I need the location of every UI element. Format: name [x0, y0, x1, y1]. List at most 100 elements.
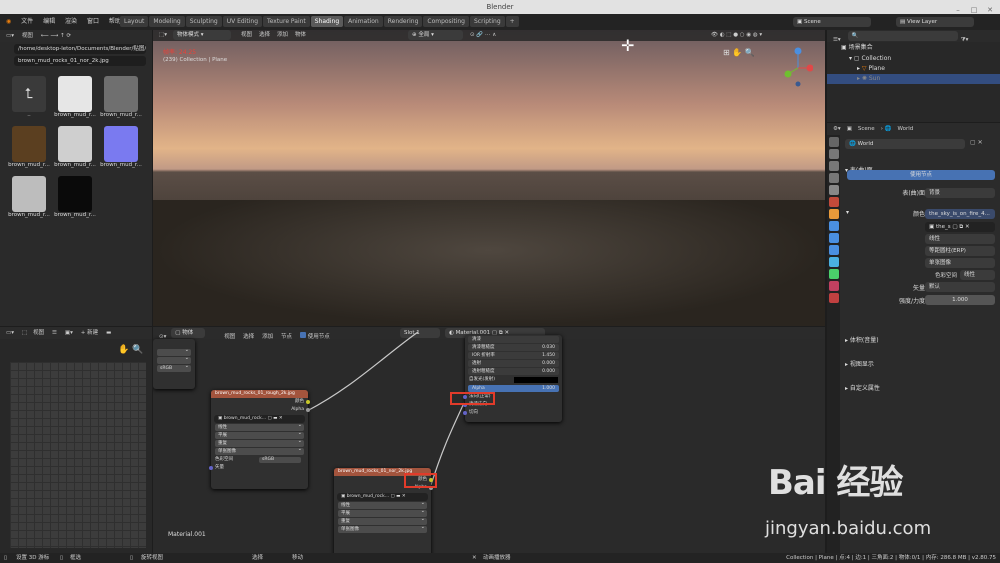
texture-tab-icon[interactable]	[828, 293, 839, 303]
projection-select[interactable]: 平展	[338, 508, 427, 517]
axis-gizmo-icon[interactable]	[783, 44, 813, 88]
path-field[interactable]: /home/desktop-leton/Documents/Blender/贴图…	[14, 44, 146, 54]
panel-custom-properties[interactable]: ▸ 自定义属性	[845, 383, 995, 395]
viewport-menu-select[interactable]: 选择	[256, 30, 273, 40]
projection-select[interactable]: 平展	[215, 430, 304, 439]
menu-render[interactable]: 渲染	[61, 14, 81, 30]
tab-rendering[interactable]: Rendering	[383, 16, 423, 27]
world-tab-icon[interactable]	[828, 197, 839, 207]
tab-modeling[interactable]: Modeling	[149, 16, 185, 27]
world-datablock-icons[interactable]: ▢ ✕	[970, 139, 983, 146]
snap-icon[interactable]: ⊙ 🔗 ⋯ ∧	[467, 30, 499, 40]
viewport-menu-object[interactable]: 物体	[292, 30, 309, 40]
output-socket[interactable]	[306, 400, 310, 404]
blender-logo-icon[interactable]: ◉	[2, 14, 15, 30]
bsdf-row-emission[interactable]: 自发光(发射)	[465, 376, 562, 384]
open-image-icon[interactable]: ▬	[103, 328, 114, 338]
outliner-item[interactable]: ▾ ▢ Collection	[827, 54, 1000, 64]
pan-zoom-icons[interactable]: ✋ 🔍	[118, 345, 143, 355]
status-animation-player[interactable]: 动画播放器	[483, 553, 511, 563]
menu-window[interactable]: 窗口	[83, 14, 103, 30]
editor-type-icon[interactable]: ▭▾	[3, 31, 17, 41]
scene-selector[interactable]: ▣ Scene	[793, 17, 871, 27]
file-item[interactable]: brown_mud_r...	[98, 76, 144, 118]
tool-tab-icon[interactable]	[828, 137, 839, 147]
hamburger-icon[interactable]: ☰	[49, 328, 60, 338]
modifier-tab-icon[interactable]	[828, 221, 839, 231]
viewport-menu-add[interactable]: 添加	[274, 30, 291, 40]
view-menu[interactable]: 视图	[19, 31, 36, 41]
bsdf-row[interactable]: 透射粗糙度 0.000	[468, 368, 559, 375]
file-item[interactable]: brown_mud_r...	[52, 176, 98, 218]
strength-field[interactable]: 1.000	[925, 295, 995, 305]
input-socket[interactable]	[463, 411, 467, 415]
viewport-menu-view[interactable]: 视图	[238, 30, 255, 40]
maximize-icon[interactable]: □	[970, 6, 978, 14]
outliner-item[interactable]: ▸ ✺ Sun	[827, 74, 1000, 84]
close-icon[interactable]: ✕	[986, 6, 994, 14]
uv-grid[interactable]	[10, 362, 146, 548]
panel-viewport-display[interactable]: ▸ 视图显示	[845, 359, 995, 371]
bsdf-row-clearcoat[interactable]: 清漆	[468, 336, 559, 343]
tab-scripting[interactable]: Scripting	[469, 16, 505, 27]
image-texture-node-rough[interactable]: brown_mud_rocks_01_rough_2k.jpg 颜色 Alpha…	[209, 390, 310, 489]
file-item[interactable]: brown_mud_r...	[6, 176, 52, 218]
panel-volume[interactable]: ▸ 体积(音量)	[845, 335, 995, 347]
filename-field[interactable]: brown_mud_rocks_01_nor_2k.jpg	[14, 56, 146, 66]
world-name-field[interactable]: 🌐 World	[845, 139, 965, 149]
outliner-search[interactable]: 🔍	[847, 31, 958, 41]
collapse-arrow-icon[interactable]: ▾	[846, 209, 849, 216]
output-tab-icon[interactable]	[828, 161, 839, 171]
tab-uv-editing[interactable]: UV Editing	[222, 16, 263, 27]
interpolation-select[interactable]: 线性	[925, 234, 995, 244]
object-tab-icon[interactable]	[828, 209, 839, 219]
extension-select[interactable]: 重复	[338, 516, 427, 525]
source-select[interactable]: 单张图像	[925, 258, 995, 268]
source-select[interactable]: 单张图像	[338, 524, 427, 533]
image-view-mode-icon[interactable]: ⬚	[19, 328, 30, 338]
particles-tab-icon[interactable]	[828, 233, 839, 243]
parent-dir-item[interactable]: ⮤..	[6, 76, 52, 118]
extension-select[interactable]: 重复	[215, 438, 304, 447]
input-socket[interactable]	[209, 466, 213, 470]
scene-tab-icon[interactable]	[828, 185, 839, 195]
projection-select[interactable]: 等距圆柱(ERP)	[925, 246, 995, 256]
image-selector[interactable]: ▣ brown_mud_rock... ▢ ▬ ✕	[337, 493, 428, 501]
view-layer-tab-icon[interactable]	[828, 173, 839, 183]
minimize-icon[interactable]: –	[954, 6, 962, 14]
nav-gizmo-icons[interactable]: ⊞ ✋ 🔍	[723, 48, 755, 57]
3d-viewport[interactable]: ⬚▾ 物体模式 ▾ 视图 选择 添加 物体 ⊕ 全局 ▾ ⊙ 🔗 ⋯ ∧ 👁 ◐…	[153, 30, 825, 326]
tab-animation[interactable]: Animation	[344, 16, 383, 27]
output-socket[interactable]	[306, 408, 310, 412]
menu-file[interactable]: 文件	[17, 14, 37, 30]
surface-shader-field[interactable]: 背景	[925, 188, 995, 198]
outliner-item[interactable]: ▸ ▽ Plane	[827, 64, 1000, 74]
bsdf-row[interactable]: IOR 折射率 1.450	[468, 352, 559, 359]
new-image-button[interactable]: + 新建	[78, 328, 101, 338]
material-tab-icon[interactable]	[828, 281, 839, 291]
emission-color-swatch[interactable]	[514, 377, 558, 383]
principled-bsdf-node[interactable]: 清漆 清漆粗糙度 0.030 IOR 折射率 1.450 透射 0.000 透射粗糙度…	[463, 335, 562, 422]
bsdf-row[interactable]: 透射 0.000	[468, 360, 559, 367]
bsdf-row-alpha[interactable]: Alpha 1.000	[468, 385, 559, 392]
tab-sculpting[interactable]: Sculpting	[185, 16, 222, 27]
editor-type-icon[interactable]: ⬚▾	[156, 30, 170, 40]
render-tab-icon[interactable]	[828, 149, 839, 159]
interpolation-select[interactable]: 线性	[215, 422, 304, 431]
image-selector[interactable]: ▣ brown_mud_rock... ▢ ▬ ✕	[214, 415, 305, 423]
add-workspace-button[interactable]: +	[505, 16, 519, 27]
bsdf-input-tangent[interactable]: 切向	[463, 409, 562, 417]
image-selector[interactable]: ▣ the_s ▢ ⧉ ✕	[925, 222, 995, 232]
colorspace-select[interactable]: sRGB	[259, 457, 301, 463]
status-close-icon[interactable]: ✕	[472, 553, 477, 563]
shader-node-editor[interactable]: ⊙▾ ▢ 物体 视图 选择 添加 节点 使用节点 Slot 1 ◐ Materi…	[153, 327, 825, 553]
partial-node[interactable]: sRGB	[153, 339, 195, 389]
tab-layout[interactable]: Layout	[120, 16, 149, 27]
nav-arrows-icon[interactable]: ⟵ ⟶ ↑ ⟳	[38, 31, 74, 41]
use-nodes-button[interactable]: 使用节点	[847, 170, 995, 180]
menu-edit[interactable]: 编辑	[39, 14, 59, 30]
file-item[interactable]: brown_mud_r...	[6, 126, 52, 168]
bsdf-row[interactable]: 清漆粗糙度 0.030	[468, 344, 559, 351]
file-item[interactable]: brown_mud_r...	[98, 126, 144, 168]
editor-type-icon[interactable]: ▭▾	[3, 328, 17, 338]
